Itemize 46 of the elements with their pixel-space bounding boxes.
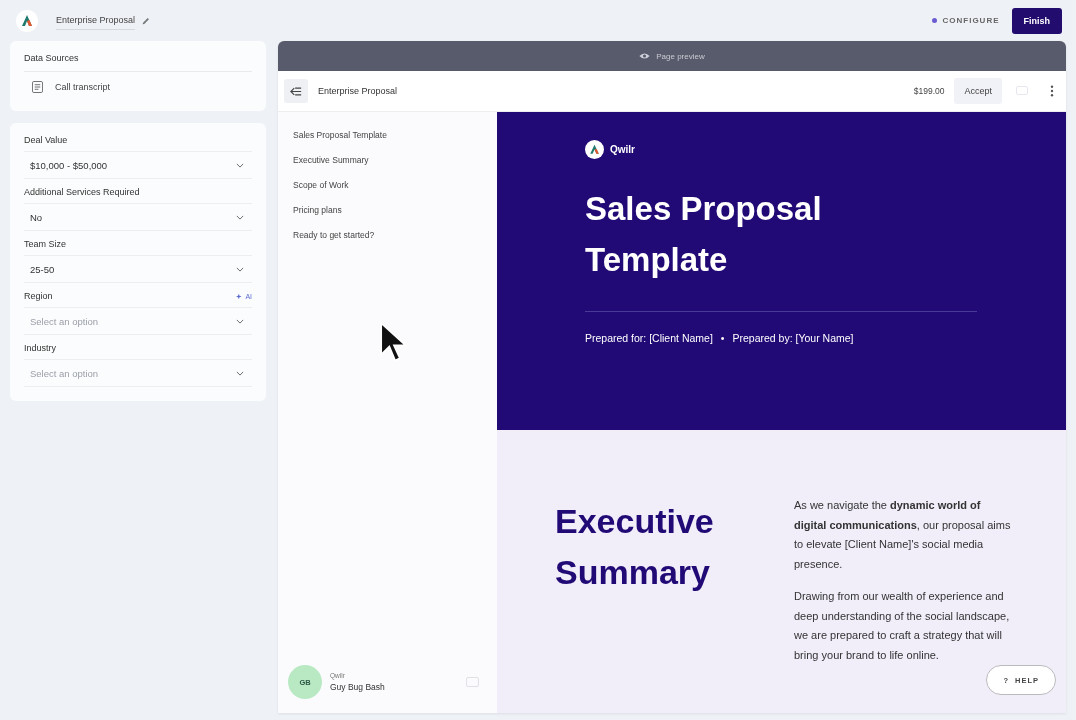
field-label: Additional Services Required	[24, 187, 140, 197]
nav-item[interactable]: Pricing plans	[293, 205, 482, 215]
banner-label: Page preview	[656, 51, 705, 61]
field-label: Deal Value	[24, 135, 68, 145]
configure-status: CONFIGURE	[942, 16, 1000, 25]
summary-heading: Executive Summary	[555, 501, 715, 593]
hero-title: Sales Proposal Template	[585, 189, 823, 280]
field-label: Region	[24, 291, 53, 301]
prepared-for: Prepared for: [Client Name]	[585, 332, 713, 344]
data-sources-title: Data Sources	[24, 51, 252, 72]
field-label: Team Size	[24, 239, 67, 249]
nav-item[interactable]: Ready to get started?	[293, 230, 482, 240]
sparkle-icon	[236, 292, 244, 300]
chevron-down-icon	[236, 162, 244, 168]
chevron-down-icon	[236, 214, 244, 220]
brand-name: Qwilr	[610, 144, 635, 155]
summary-paragraph: Drawing from our wealth of experience and deep understanding of the social landscape, we are prepared to craft a strategy that will bring your brand to life online.	[794, 589, 1011, 663]
separator-dot: •	[720, 332, 725, 344]
summary-paragraph: As we navigate the dynamic world of digital communications, our proposal aims to elevate [Client Name]'s social media presence.	[794, 498, 1012, 572]
chevron-down-icon	[236, 318, 244, 324]
data-source-item[interactable]: Call transcript	[55, 82, 110, 92]
nav-item[interactable]: Executive Summary	[293, 155, 482, 165]
brand-logo-icon	[585, 140, 604, 159]
select-field[interactable]: $10,000 - $50,000	[24, 151, 252, 179]
chevron-down-icon	[236, 370, 244, 376]
field-label: Industry	[24, 343, 56, 353]
logo-icon	[16, 9, 38, 32]
collapse-button[interactable]	[284, 79, 308, 103]
nav-item[interactable]: Scope of Work	[293, 180, 482, 190]
document-icon	[32, 81, 43, 93]
user-name: Guy Bug Bash	[330, 682, 386, 692]
price-label: $199.00	[913, 86, 945, 96]
select-field[interactable]: 25-50	[24, 255, 252, 283]
nav-item[interactable]: Sales Proposal Template	[293, 130, 482, 140]
prepared-by: Prepared by: [Your Name]	[732, 332, 854, 344]
collapse-menu-icon	[290, 86, 302, 96]
eye-icon	[639, 52, 651, 60]
more-icon[interactable]	[1050, 85, 1054, 97]
document-title[interactable]: Enterprise Proposal	[56, 11, 136, 30]
status-dot-icon	[931, 18, 937, 23]
accept-button[interactable]: Accept	[954, 78, 1002, 104]
pencil-icon[interactable]	[141, 15, 152, 26]
select-field[interactable]: No	[24, 203, 252, 231]
toolbar-title: Enterprise Proposal	[318, 86, 399, 96]
finish-button[interactable]: Finish	[1011, 7, 1062, 34]
chevron-down-icon	[236, 266, 244, 272]
